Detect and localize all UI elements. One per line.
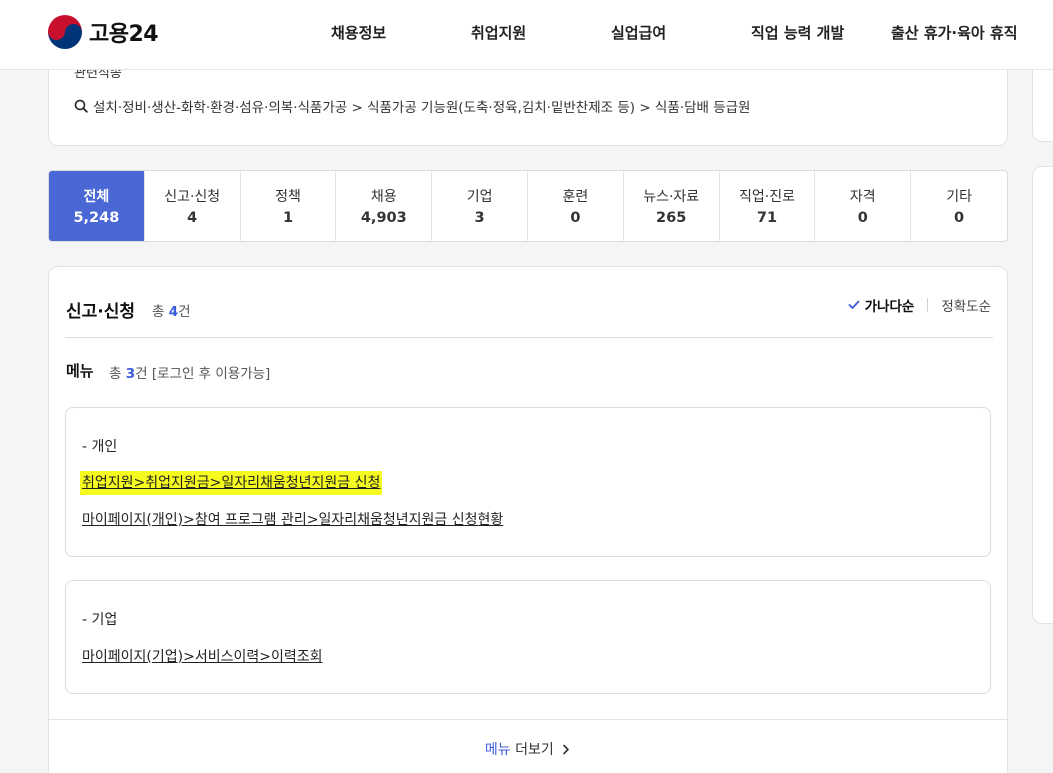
link-youth-subsidy-status[interactable]: 마이페이지(개인)>참여 프로그램 관리>일자리채움청년지원금 신청현황 <box>82 509 503 529</box>
category-tabs: 전체 5,248 신고·신청 4 정책 1 채용 4,903 기업 3 훈련 0… <box>48 170 1008 242</box>
tab-policy[interactable]: 정책 1 <box>241 171 337 241</box>
related-job-path[interactable]: 설치·정비·생산-화학·환경·섬유·의복·식품가공 > 식품가공 기능원(도축·… <box>74 96 750 116</box>
tab-company[interactable]: 기업 3 <box>432 171 528 241</box>
side-panel-top <box>1032 60 1053 142</box>
site-logo[interactable]: 고용24 <box>48 15 159 49</box>
bottom-divider <box>49 719 1007 720</box>
menu-more-button[interactable]: 메뉴 더보기 <box>49 739 1007 759</box>
tab-news[interactable]: 뉴스·자료 265 <box>624 171 720 241</box>
sort-alphabetical-button[interactable]: 가나다순 <box>848 295 914 315</box>
chevron-right-icon <box>563 744 569 755</box>
taegeuk-logo-icon <box>48 15 82 49</box>
menu-group-personal: - 개인 취업지원>취업지원금>일자리채움청년지원금 신청 마이페이지(개인)>… <box>65 407 991 557</box>
group-title-company: - 기업 <box>82 612 118 628</box>
link-youth-subsidy-apply[interactable]: 취업지원>취업지원금>일자리채움청년지원금 신청 <box>80 471 383 495</box>
logo-text: 고용24 <box>89 22 159 47</box>
tab-recruit[interactable]: 채용 4,903 <box>336 171 433 241</box>
nav-item-employment-support[interactable]: 취업지원 <box>471 22 526 43</box>
nav-item-unemployment-benefit[interactable]: 실업급여 <box>611 22 666 43</box>
section-title: 신고·신청 <box>66 302 136 322</box>
menu-group-company: - 기업 마이페이지(기업)>서비스이력>이력조회 <box>65 580 991 694</box>
sort-divider <box>927 298 929 312</box>
menu-count: 총 3건 [로그인 후 이용가능] <box>109 366 271 382</box>
tab-training[interactable]: 훈련 0 <box>528 171 624 241</box>
section-divider <box>65 337 993 338</box>
tab-etc[interactable]: 기타 0 <box>911 171 1007 241</box>
related-job-path-text: 설치·정비·생산-화학·환경·섬유·의복·식품가공 > 식품가공 기능원(도축·… <box>93 100 751 116</box>
sort-options: 가나다순 정확도순 <box>848 295 991 315</box>
search-icon <box>74 99 88 113</box>
nav-item-maternity-leave[interactable]: 출산 휴가·육아 휴직 <box>891 22 1018 43</box>
tab-all[interactable]: 전체 5,248 <box>49 171 145 241</box>
menu-title: 메뉴 <box>66 362 94 380</box>
check-icon <box>848 300 860 309</box>
tab-career[interactable]: 직업·진로 71 <box>720 171 816 241</box>
site-header: 고용24 채용정보 취업지원 실업급여 직업 능력 개발 출산 휴가·육아 휴직 <box>0 0 1053 70</box>
nav-item-jobs[interactable]: 채용정보 <box>331 22 386 43</box>
tab-certificate[interactable]: 자격 0 <box>815 171 912 241</box>
section-count: 총 4건 <box>152 304 191 320</box>
sort-accuracy-button[interactable]: 정확도순 <box>941 295 991 315</box>
side-panel-main <box>1032 166 1053 624</box>
group-title-personal: - 개인 <box>82 439 118 455</box>
nav-item-vocational-training[interactable]: 직업 능력 개발 <box>751 22 844 43</box>
result-card: 신고·신청 총 4건 가나다순 정확도순 메뉴 총 3건 [로그인 후 이용가능… <box>48 266 1008 773</box>
tab-report-application[interactable]: 신고·신청 4 <box>145 171 241 241</box>
link-company-history[interactable]: 마이페이지(기업)>서비스이력>이력조회 <box>82 646 322 666</box>
